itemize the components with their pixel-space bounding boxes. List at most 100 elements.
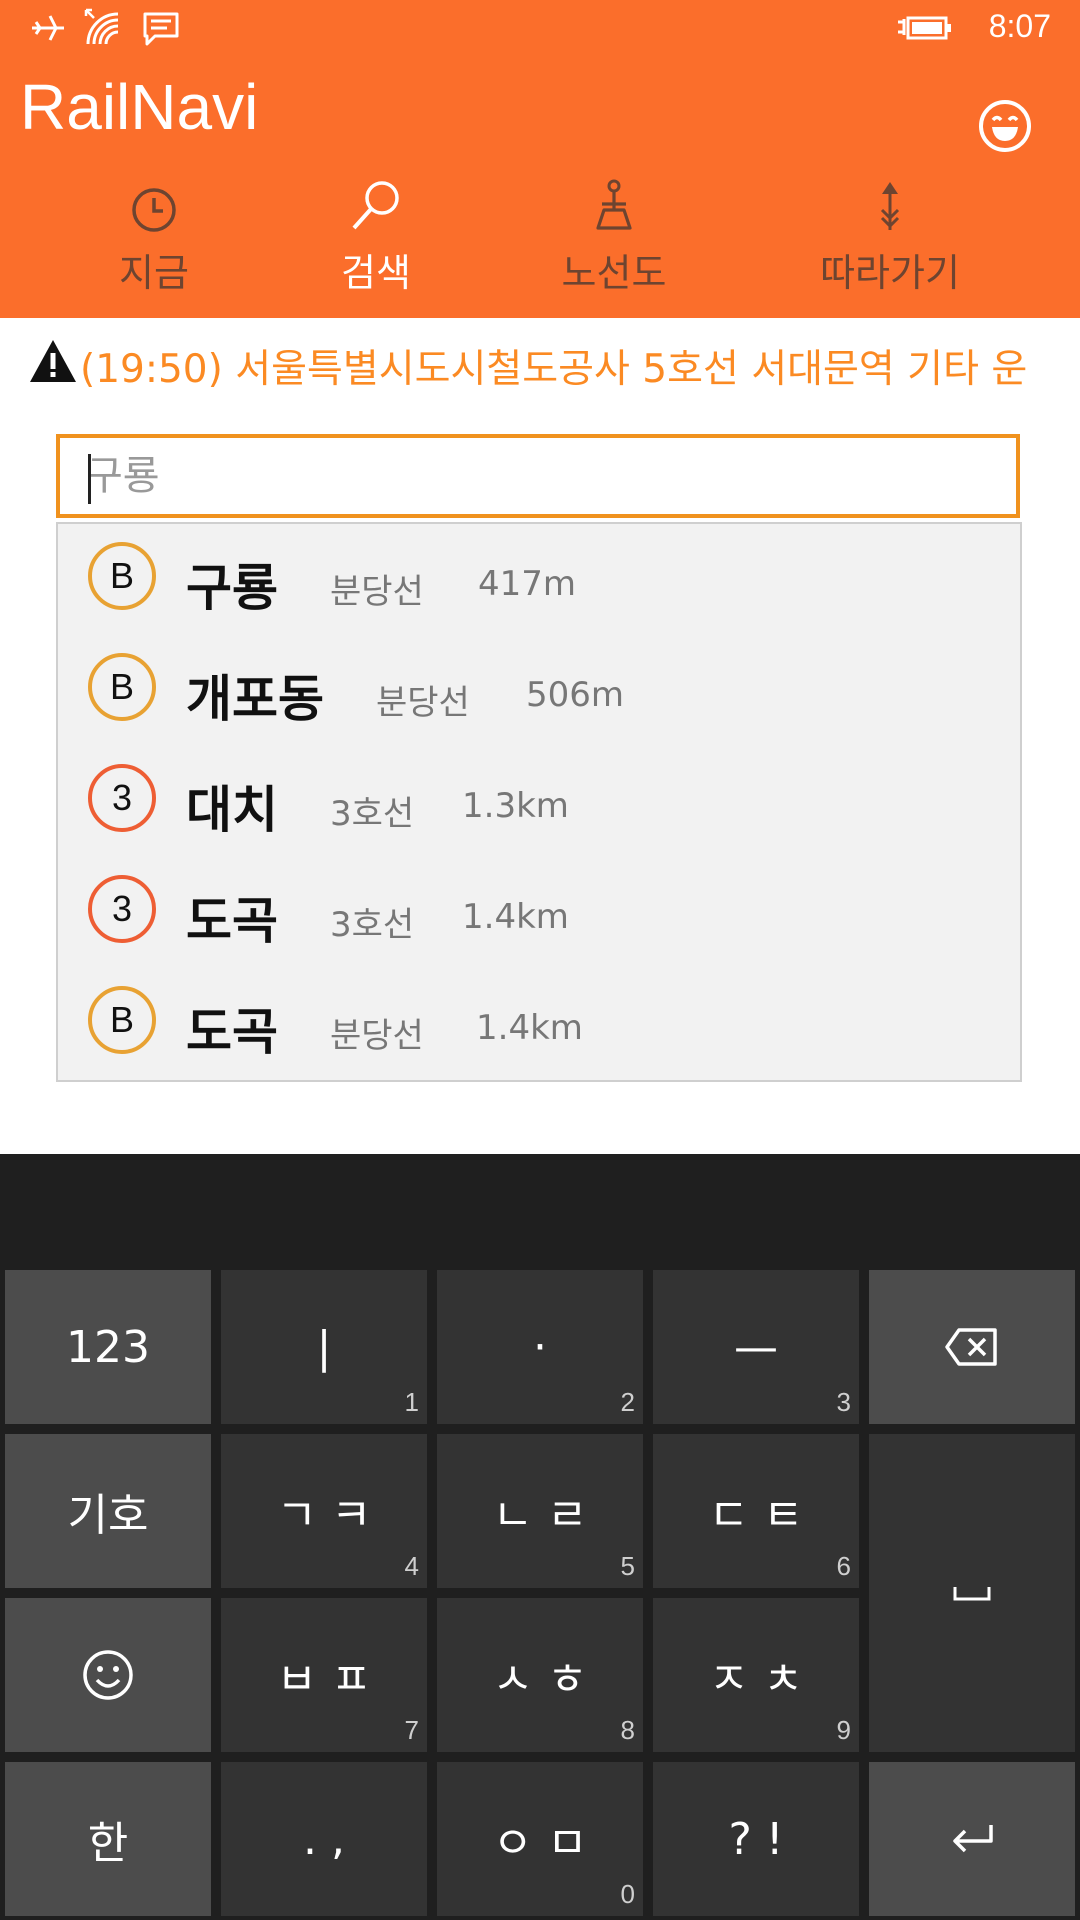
enter-icon — [869, 1762, 1075, 1916]
key-giyeok[interactable]: ㄱ ㅋ 4 — [221, 1434, 427, 1588]
tab-now[interactable]: 지금 — [44, 170, 264, 297]
symbols-key[interactable]: 기호 — [5, 1434, 211, 1588]
key-number: 7 — [404, 1715, 419, 1745]
map-icon — [504, 170, 724, 234]
station-distance: 417m — [478, 564, 577, 604]
station-distance: 1.4km — [462, 897, 569, 937]
key-digeut[interactable]: ㄷ ㅌ 6 — [653, 1434, 859, 1588]
backspace-key[interactable] — [869, 1270, 1075, 1424]
battery-charging-icon — [896, 8, 954, 52]
key-nieun[interactable]: ㄴ ㄹ 5 — [437, 1434, 643, 1588]
onscreen-keyboard: 123 | 1 · 2 — 3 기호 ㄱ ㅋ 4 ㄴ ㄹ 5 ㄷ ㅌ 6 ㅂ ㅍ… — [0, 1154, 1080, 1920]
key-label: . , — [303, 1813, 345, 1865]
station-name: 구룡 — [186, 559, 278, 617]
message-icon — [141, 8, 181, 52]
key-label: ㅅ ㅎ — [492, 1654, 588, 1705]
key-bieup[interactable]: ㅂ ㅍ 7 — [221, 1598, 427, 1752]
key-label: ㄷ ㅌ — [708, 1490, 804, 1541]
suggestion-row[interactable]: B 개포동 분당선 506m — [58, 637, 1020, 747]
key-jieut[interactable]: ㅈ ㅊ 9 — [653, 1598, 859, 1752]
status-bar: 8:07 — [0, 0, 1080, 60]
tab-follow[interactable]: 따라가기 — [780, 170, 1000, 297]
key-label: ? ! — [728, 1813, 784, 1865]
key-number: 6 — [836, 1551, 851, 1581]
emoji-key[interactable] — [5, 1598, 211, 1752]
smiley-icon — [979, 100, 1031, 152]
alert-ticker[interactable]: (19:50) 서울특별시도시철도공사 5호선 서대문역 기타 운 — [28, 338, 1058, 394]
station-distance: 1.3km — [462, 786, 569, 826]
key-number: 8 — [620, 1715, 635, 1745]
key-punctuation[interactable]: . , — [221, 1762, 427, 1916]
line-badge: B — [88, 542, 156, 610]
station-line: 분당선 — [376, 683, 470, 723]
key-label: ㅈ ㅊ — [708, 1654, 804, 1705]
station-search-input[interactable] — [86, 444, 986, 508]
key-ieung[interactable]: ㅇ ㅁ 0 — [437, 1762, 643, 1916]
follow-arrow-icon — [780, 170, 1000, 234]
app-title: RailNavi — [20, 71, 259, 143]
key-number: 9 — [836, 1715, 851, 1745]
tab-now-label: 지금 — [119, 251, 189, 295]
station-line: 3호선 — [330, 794, 415, 834]
key-label: — — [734, 1321, 778, 1373]
key-number: 3 — [836, 1387, 851, 1417]
line-badge: B — [88, 653, 156, 721]
suggestion-row[interactable]: B 도곡 분당선 1.4km — [58, 970, 1020, 1080]
station-name: 대치 — [186, 781, 278, 839]
airplane-mode-icon — [28, 8, 68, 52]
key-number: 0 — [620, 1879, 635, 1909]
key-label: ㅂ ㅍ — [276, 1654, 372, 1705]
key-number: 2 — [620, 1387, 635, 1417]
alert-text: (19:50) 서울특별시도시철도공사 5호선 서대문역 기타 운 — [80, 347, 1028, 392]
station-distance: 1.4km — [476, 1008, 583, 1048]
key-label: ㄱ ㅋ — [276, 1490, 372, 1541]
key-number: 4 — [404, 1551, 419, 1581]
key-number: 5 — [620, 1551, 635, 1581]
numbers-key[interactable]: 123 — [5, 1270, 211, 1424]
line-badge: 3 — [88, 764, 156, 832]
key-label: ㄴ ㄹ — [492, 1490, 588, 1541]
station-name: 도곡 — [186, 1003, 278, 1061]
station-line: 분당선 — [330, 1016, 424, 1056]
line-badge: B — [88, 986, 156, 1054]
tab-bar: 지금 검색 노선도 따라가기 — [0, 170, 1080, 300]
suggestion-row[interactable]: 3 도곡 3호선 1.4km — [58, 859, 1020, 969]
key-label: | — [316, 1321, 332, 1373]
station-line: 분당선 — [330, 572, 424, 612]
warning-icon — [28, 338, 78, 394]
key-bar[interactable]: | 1 — [221, 1270, 427, 1424]
tab-search[interactable]: 검색 — [266, 170, 486, 297]
suggestion-row[interactable]: B 구룡 분당선 417m — [58, 526, 1020, 636]
key-label: 한 — [87, 1818, 129, 1869]
space-icon — [869, 1434, 1075, 1752]
backspace-icon — [869, 1270, 1075, 1424]
key-dash[interactable]: — 3 — [653, 1270, 859, 1424]
key-dot[interactable]: · 2 — [437, 1270, 643, 1424]
wifi-icon — [82, 8, 124, 52]
key-label: 기호 — [67, 1490, 149, 1541]
text-caret — [88, 454, 91, 504]
station-name: 개포동 — [186, 670, 324, 728]
search-icon — [266, 170, 486, 234]
clock-icon — [44, 170, 264, 234]
key-label: 123 — [66, 1321, 150, 1373]
station-distance: 506m — [526, 675, 625, 715]
key-number: 1 — [404, 1387, 419, 1417]
tab-follow-label: 따라가기 — [820, 251, 960, 295]
key-label: ㅇ ㅁ — [492, 1818, 588, 1869]
key-siot[interactable]: ㅅ ㅎ 8 — [437, 1598, 643, 1752]
tab-route-map[interactable]: 노선도 — [504, 170, 724, 297]
key-question-exclaim[interactable]: ? ! — [653, 1762, 859, 1916]
suggestion-row[interactable]: 3 대치 3호선 1.3km — [58, 748, 1020, 858]
tab-search-label: 검색 — [341, 251, 411, 295]
station-search-box[interactable] — [56, 434, 1020, 518]
app-header: 8:07 RailNavi 지금 검색 노선도 따라가기 — [0, 0, 1080, 318]
space-key[interactable] — [869, 1434, 1075, 1752]
emoji-icon — [5, 1598, 211, 1752]
tab-route-map-label: 노선도 — [561, 251, 667, 295]
smiley-feedback-button[interactable] — [978, 99, 1032, 157]
enter-key[interactable] — [869, 1762, 1075, 1916]
hangul-language-key[interactable]: 한 — [5, 1762, 211, 1916]
station-name: 도곡 — [186, 892, 278, 950]
key-label: · — [533, 1321, 547, 1373]
